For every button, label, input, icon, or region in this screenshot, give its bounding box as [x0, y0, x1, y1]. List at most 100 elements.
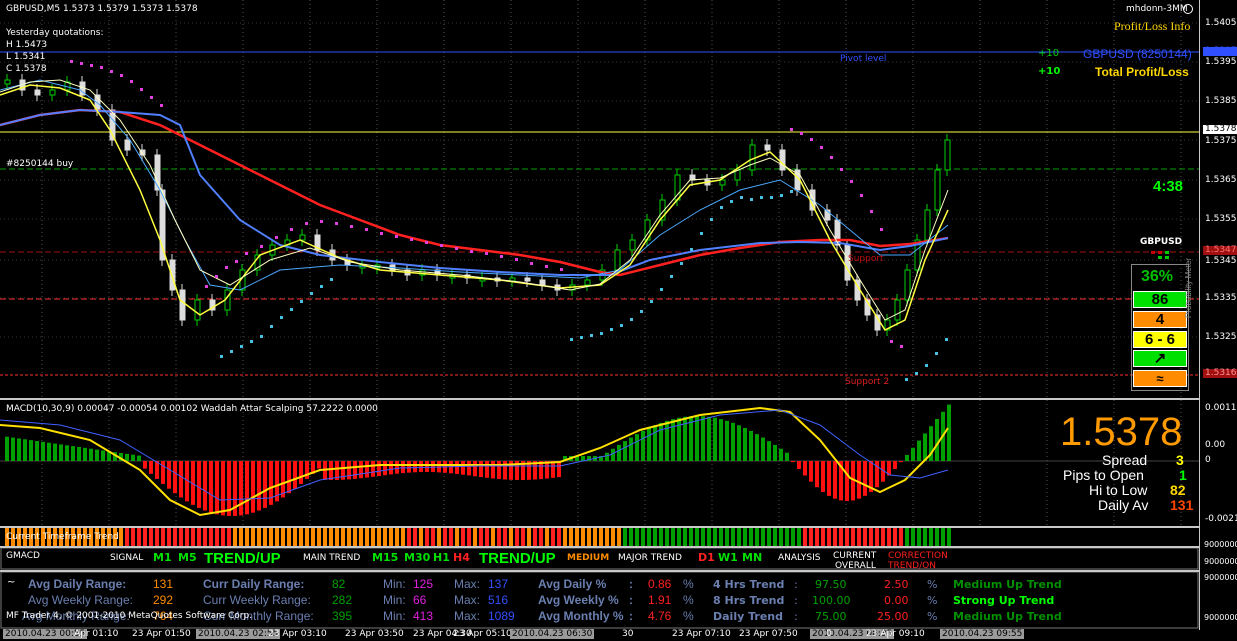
macd-bar — [917, 440, 921, 461]
sar-dot — [780, 194, 783, 197]
sar-dot — [590, 334, 593, 337]
price-chart-canvas[interactable] — [0, 0, 1237, 641]
trend-bar-cell — [347, 527, 351, 546]
macd-bar — [419, 461, 423, 473]
macd-bar — [809, 461, 813, 482]
trend-bar-cell — [707, 527, 711, 546]
colon: : — [629, 577, 633, 591]
curr-daily-value: 82 — [332, 577, 346, 591]
sar-dot — [610, 328, 613, 331]
macd-bar — [149, 461, 153, 474]
macd-title: MACD(10,30,9) 0.00047 -0.00054 0.00102 W… — [6, 404, 378, 414]
countdown-timer: 4:38 — [1153, 178, 1184, 195]
macd-bar — [89, 448, 93, 461]
avg-weekly-pct-value: 1.91 — [648, 593, 672, 607]
macd-bar — [167, 461, 171, 489]
trend-bar-cell — [173, 527, 177, 546]
macd-bar — [143, 461, 147, 469]
pct-sign: % — [683, 593, 694, 607]
trend-bar-cell — [797, 527, 801, 546]
trend-bar-cell — [755, 527, 759, 546]
trend-bar-cell — [515, 527, 519, 546]
trend-bar-cell — [167, 527, 171, 546]
ma-yellow-line — [0, 84, 949, 331]
sar-dot — [240, 345, 243, 348]
trend-bar-cell — [437, 527, 441, 546]
time-label: 23 Apr 03:10 — [268, 629, 327, 639]
sig-m5: M5 — [178, 551, 197, 564]
macd-bar — [611, 448, 615, 461]
macd-bar — [413, 461, 417, 473]
macd-bar — [857, 461, 861, 499]
macd-bar — [173, 461, 177, 494]
trend-bar-cell — [623, 527, 627, 546]
candle-body — [524, 277, 531, 282]
sar-dot — [790, 128, 793, 131]
macd-tick: 0 — [1205, 455, 1211, 465]
max-value-3: 1089 — [488, 609, 515, 623]
trend-bar-cell — [599, 527, 603, 546]
macd-bar — [365, 461, 369, 478]
sar-dot — [700, 232, 703, 235]
sar-dot — [280, 316, 283, 319]
trend-bar-cell — [605, 527, 609, 546]
daily-trend-label: Daily Trend — [713, 610, 783, 623]
trend-bar-cell — [815, 527, 819, 546]
macd-tick: -0.0021 — [1205, 514, 1237, 524]
trend-bar-cell — [857, 527, 861, 546]
candle-body — [764, 144, 771, 151]
macd-bar — [797, 461, 801, 469]
macd-bar — [467, 461, 471, 476]
trend-bar-cell — [749, 527, 753, 546]
macd-bar — [701, 416, 705, 461]
macd-bar — [725, 420, 729, 461]
meter-badge-6-6: 6 - 6 — [1133, 331, 1187, 348]
trend-bar-cell — [311, 527, 315, 546]
pl-total-label: Total Profit/Loss — [1095, 65, 1189, 79]
sar-dot — [335, 222, 338, 225]
time-label: 23 Apr 05:10 — [453, 629, 512, 639]
macd-bar — [485, 461, 489, 478]
sar-dot — [580, 336, 583, 339]
h8-trend-label: 8 Hrs Trend — [713, 594, 785, 607]
macd-bar — [95, 449, 99, 461]
sar-dot — [220, 355, 223, 358]
trend-bar-cell — [785, 527, 789, 546]
sar-dot — [750, 198, 753, 201]
separator-macd[interactable] — [0, 398, 1199, 400]
trend-bar-cell — [593, 527, 597, 546]
trading-chart[interactable]: GBPUSD,M5 1.5373 1.5379 1.5373 1.5378 Ye… — [0, 0, 1237, 641]
candle-body — [539, 279, 546, 286]
trend-bar-cell — [425, 527, 429, 546]
separator-stats[interactable] — [0, 570, 1199, 572]
max-value-1: 137 — [488, 577, 509, 591]
macd-bar — [179, 461, 183, 498]
separator-gmacd[interactable] — [0, 546, 1199, 548]
candle-body — [124, 139, 131, 151]
trend-bar-cell — [275, 527, 279, 546]
macd-bar — [455, 461, 459, 474]
trend-bar-cell — [155, 527, 159, 546]
trend-bar-cell — [893, 527, 897, 546]
macd-bar — [863, 461, 867, 496]
sar-dot — [630, 318, 633, 321]
macd-bar — [653, 425, 657, 461]
trend-up-1: TREND/UP — [204, 550, 281, 567]
trend-bar-cell — [467, 527, 471, 546]
macd-bar — [83, 447, 87, 461]
avg-daily-label: Avg Daily Range: — [28, 577, 127, 591]
sar-dot — [680, 262, 683, 265]
analysis-label: ANALYSIS — [778, 553, 821, 563]
macd-bar — [203, 461, 207, 511]
macd-bar — [833, 461, 837, 499]
macd-bar — [749, 430, 753, 461]
stats-axis-2: 9000000 — [1204, 613, 1237, 622]
trend-bar-cell — [197, 527, 201, 546]
yesterday-close: C 1.5378 — [6, 64, 47, 74]
macd-bar — [131, 454, 135, 461]
trend-bar-cell — [845, 527, 849, 546]
trend-bar-cell — [257, 527, 261, 546]
trend-bar-cell — [479, 527, 483, 546]
separator-trend[interactable] — [0, 526, 1199, 528]
sar-dot — [720, 206, 723, 209]
